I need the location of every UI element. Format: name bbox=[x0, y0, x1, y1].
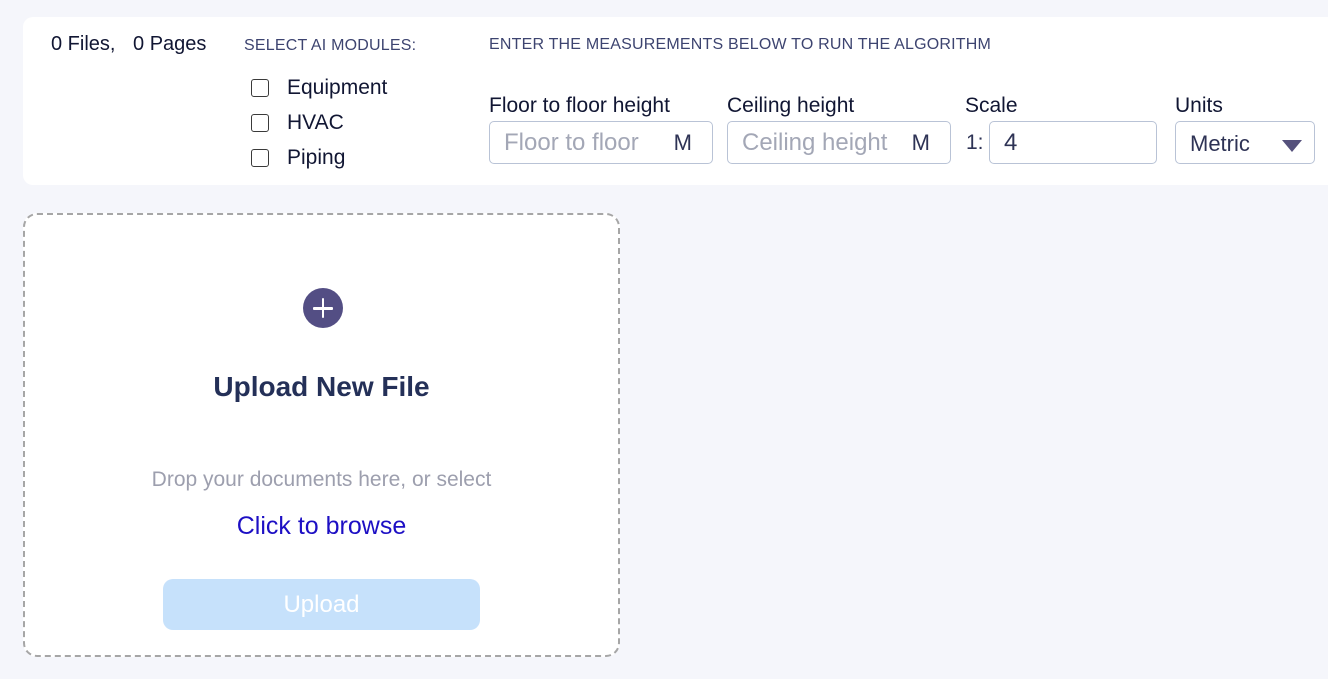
ceiling-height-label: Ceiling height bbox=[727, 94, 855, 117]
plus-circle-icon[interactable] bbox=[303, 288, 343, 328]
module-label-hvac: HVAC bbox=[287, 111, 344, 134]
scale-input[interactable] bbox=[990, 122, 1150, 163]
floor-to-floor-field[interactable]: M bbox=[489, 121, 713, 164]
floor-to-floor-unit: M bbox=[673, 130, 692, 155]
browse-link[interactable]: Click to browse bbox=[25, 512, 618, 541]
floor-to-floor-label: Floor to floor height bbox=[489, 94, 670, 117]
files-count: 0 Files, bbox=[51, 33, 116, 55]
ceiling-height-unit: M bbox=[911, 130, 930, 155]
scale-field[interactable] bbox=[989, 121, 1157, 164]
units-selected-value: Metric bbox=[1190, 131, 1250, 156]
equipment-checkbox[interactable] bbox=[251, 79, 269, 97]
scale-label: Scale bbox=[965, 94, 1018, 117]
measurements-heading: ENTER THE MEASUREMENTS BELOW TO RUN THE … bbox=[489, 36, 992, 53]
caret-down-icon bbox=[1282, 140, 1302, 152]
floor-to-floor-input[interactable] bbox=[490, 122, 665, 163]
ceiling-height-field[interactable]: M bbox=[727, 121, 951, 164]
units-label: Units bbox=[1175, 94, 1223, 117]
module-label-piping: Piping bbox=[287, 146, 346, 169]
module-equipment[interactable]: Equipment bbox=[251, 76, 387, 100]
units-select[interactable]: Metric bbox=[1175, 121, 1315, 164]
ceiling-height-input[interactable] bbox=[728, 122, 903, 163]
module-piping[interactable]: Piping bbox=[251, 146, 345, 170]
drop-instructions: Drop your documents here, or select bbox=[151, 468, 492, 491]
pages-count: 0 Pages bbox=[133, 33, 207, 55]
upload-button[interactable]: Upload bbox=[163, 579, 480, 630]
hvac-checkbox[interactable] bbox=[251, 114, 269, 132]
upload-title: Upload New File bbox=[213, 371, 430, 402]
module-label-equipment: Equipment bbox=[287, 76, 388, 99]
document-counts: 0 Files, 0 Pages bbox=[51, 33, 206, 56]
modules-heading: SELECT AI MODULES: bbox=[244, 37, 417, 54]
scale-prefix: 1: bbox=[966, 131, 984, 154]
module-hvac[interactable]: HVAC bbox=[251, 111, 344, 135]
upload-dropzone[interactable]: Upload New File Drop your documents here… bbox=[23, 213, 620, 657]
piping-checkbox[interactable] bbox=[251, 149, 269, 167]
